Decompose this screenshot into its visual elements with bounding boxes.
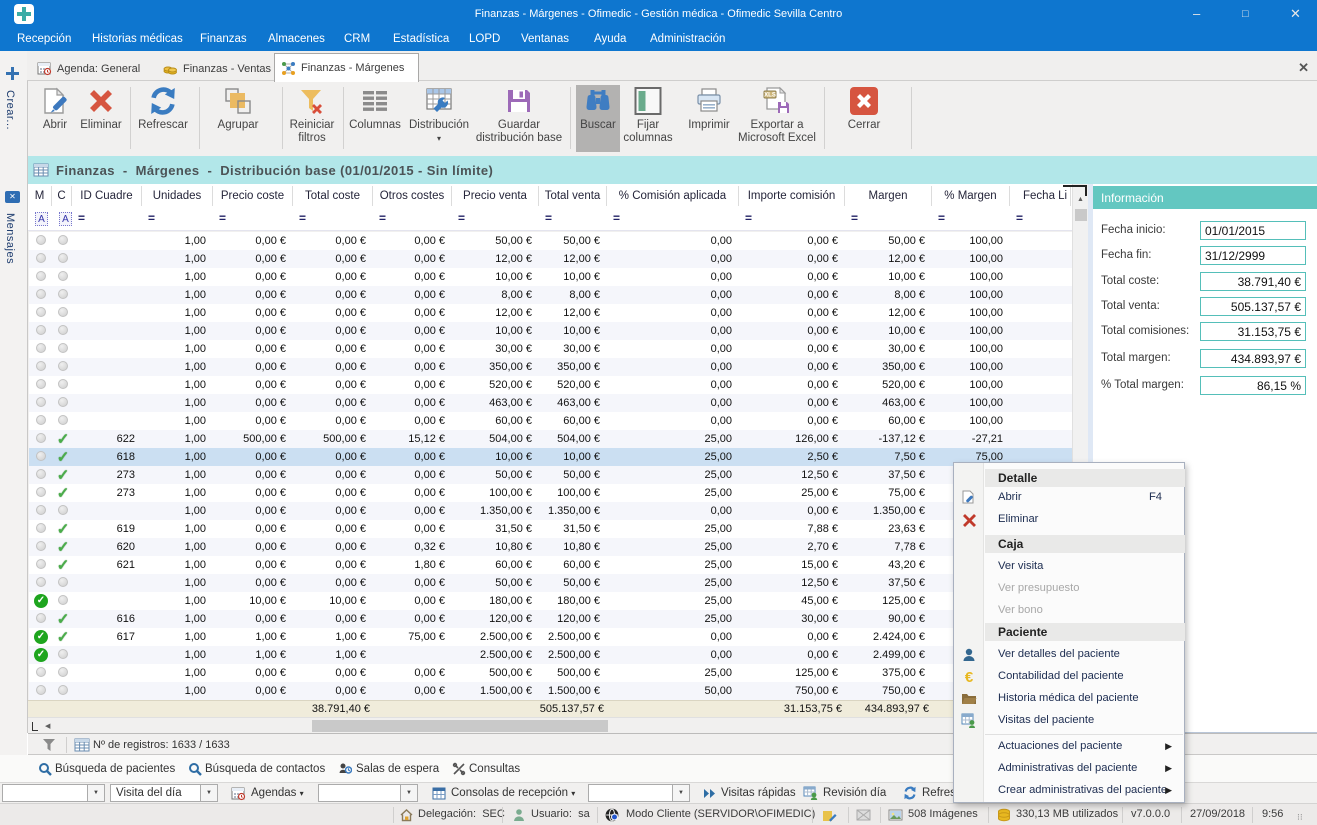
- svg-text:€: €: [965, 669, 974, 685]
- svg-text:XLS: XLS: [764, 93, 776, 99]
